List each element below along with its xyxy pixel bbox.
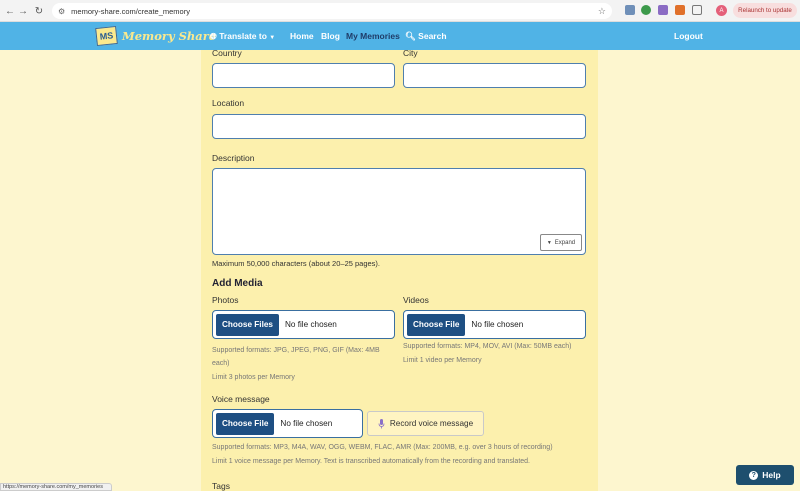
extension-icon[interactable] <box>641 5 651 15</box>
city-label: City <box>403 48 418 58</box>
puzzle-extensions-icon[interactable] <box>692 5 702 15</box>
record-voice-button[interactable]: Record voice message <box>367 411 484 436</box>
help-label: Help <box>762 470 781 480</box>
location-label: Location <box>212 98 245 108</box>
translate-dropdown[interactable]: 🌐︎ Translate to ▼ <box>210 31 275 42</box>
videos-label: Videos <box>403 295 429 305</box>
nav-search-label: Search <box>418 31 447 41</box>
videos-file-input[interactable]: Choose File No file chosen <box>403 310 586 339</box>
globe-icon: 🌐︎ <box>210 31 217 41</box>
expand-label: Expand <box>554 239 576 246</box>
translate-label: Translate to <box>219 31 267 41</box>
country-label: Country <box>212 48 242 58</box>
country-input[interactable] <box>212 63 395 88</box>
site-info-icon[interactable]: ⚙ <box>58 7 65 16</box>
photos-limit: Limit 3 photos per Memory <box>212 374 295 381</box>
bookmark-star-icon[interactable]: ☆ <box>598 6 606 17</box>
help-button[interactable]: ? Help <box>736 465 794 485</box>
address-bar[interactable]: ⚙ memory-share.com/create_memory ☆ <box>52 3 612 19</box>
microphone-icon <box>378 418 385 428</box>
voice-help: Supported formats: MP3, M4A, WAV, OGG, W… <box>212 444 553 451</box>
location-input[interactable] <box>212 114 586 139</box>
description-help: Maximum 50,000 characters (about 20–25 p… <box>212 259 381 268</box>
logo-mark[interactable]: MS <box>95 25 118 47</box>
voice-choose-button[interactable]: Choose File <box>216 412 275 435</box>
voice-file-input[interactable]: Choose File No file chosen <box>212 409 363 438</box>
videos-help: Supported formats: MP4, MOV, AVI (Max: 5… <box>403 343 572 350</box>
browser-toolbar: ← → ↻ ⚙ memory-share.com/create_memory ☆… <box>0 0 800 22</box>
search-icon: 🔍︎ <box>405 31 416 41</box>
extension-icon[interactable] <box>675 5 685 15</box>
voice-label: Voice message <box>212 394 270 404</box>
photos-label: Photos <box>212 295 239 305</box>
profile-avatar[interactable]: A <box>716 5 727 16</box>
voice-limit: Limit 1 voice message per Memory. Text i… <box>212 458 530 465</box>
videos-choose-button[interactable]: Choose File <box>407 313 466 336</box>
extension-icon[interactable] <box>625 5 635 15</box>
caret-down-icon: ▼ <box>546 239 552 246</box>
description-label: Description <box>212 153 255 163</box>
description-textarea[interactable] <box>212 168 586 255</box>
voice-file-status: No file chosen <box>280 419 333 428</box>
forward-icon[interactable]: → <box>15 3 31 19</box>
nav-my-memories[interactable]: My Memories <box>346 31 400 41</box>
tags-label: Tags <box>212 481 230 491</box>
photos-help-line-2: each) <box>212 360 230 367</box>
add-media-heading: Add Media <box>212 278 263 289</box>
videos-limit: Limit 1 video per Memory <box>403 357 482 364</box>
site-navbar: MS Memory Share 🌐︎ Translate to ▼ Home B… <box>0 22 800 50</box>
logo-text[interactable]: Memory Share <box>122 29 216 43</box>
city-input[interactable] <box>403 63 586 88</box>
caret-down-icon: ▼ <box>269 35 276 41</box>
videos-file-status: No file chosen <box>471 320 524 329</box>
link-status-bar: https://memory-share.com/my_memories <box>0 483 112 491</box>
extension-icon[interactable] <box>658 5 668 15</box>
expand-button[interactable]: ▼ Expand <box>540 234 582 251</box>
nav-home[interactable]: Home <box>290 31 314 41</box>
address-url: memory-share.com/create_memory <box>71 6 190 16</box>
photos-file-status: No file chosen <box>284 320 337 329</box>
relaunch-button[interactable]: Relaunch to update <box>733 3 797 18</box>
reload-icon[interactable]: ↻ <box>31 3 47 19</box>
nav-logout[interactable]: Logout <box>674 31 703 41</box>
nav-blog[interactable]: Blog <box>321 31 340 41</box>
record-voice-label: Record voice message <box>389 419 474 428</box>
nav-search[interactable]: 🔍︎ Search <box>405 31 447 42</box>
photos-choose-button[interactable]: Choose Files <box>216 313 279 336</box>
photos-help-line-1: Supported formats: JPG, JPEG, PNG, GIF (… <box>212 347 380 354</box>
question-icon: ? <box>749 470 759 480</box>
photos-file-input[interactable]: Choose Files No file chosen <box>212 310 395 339</box>
